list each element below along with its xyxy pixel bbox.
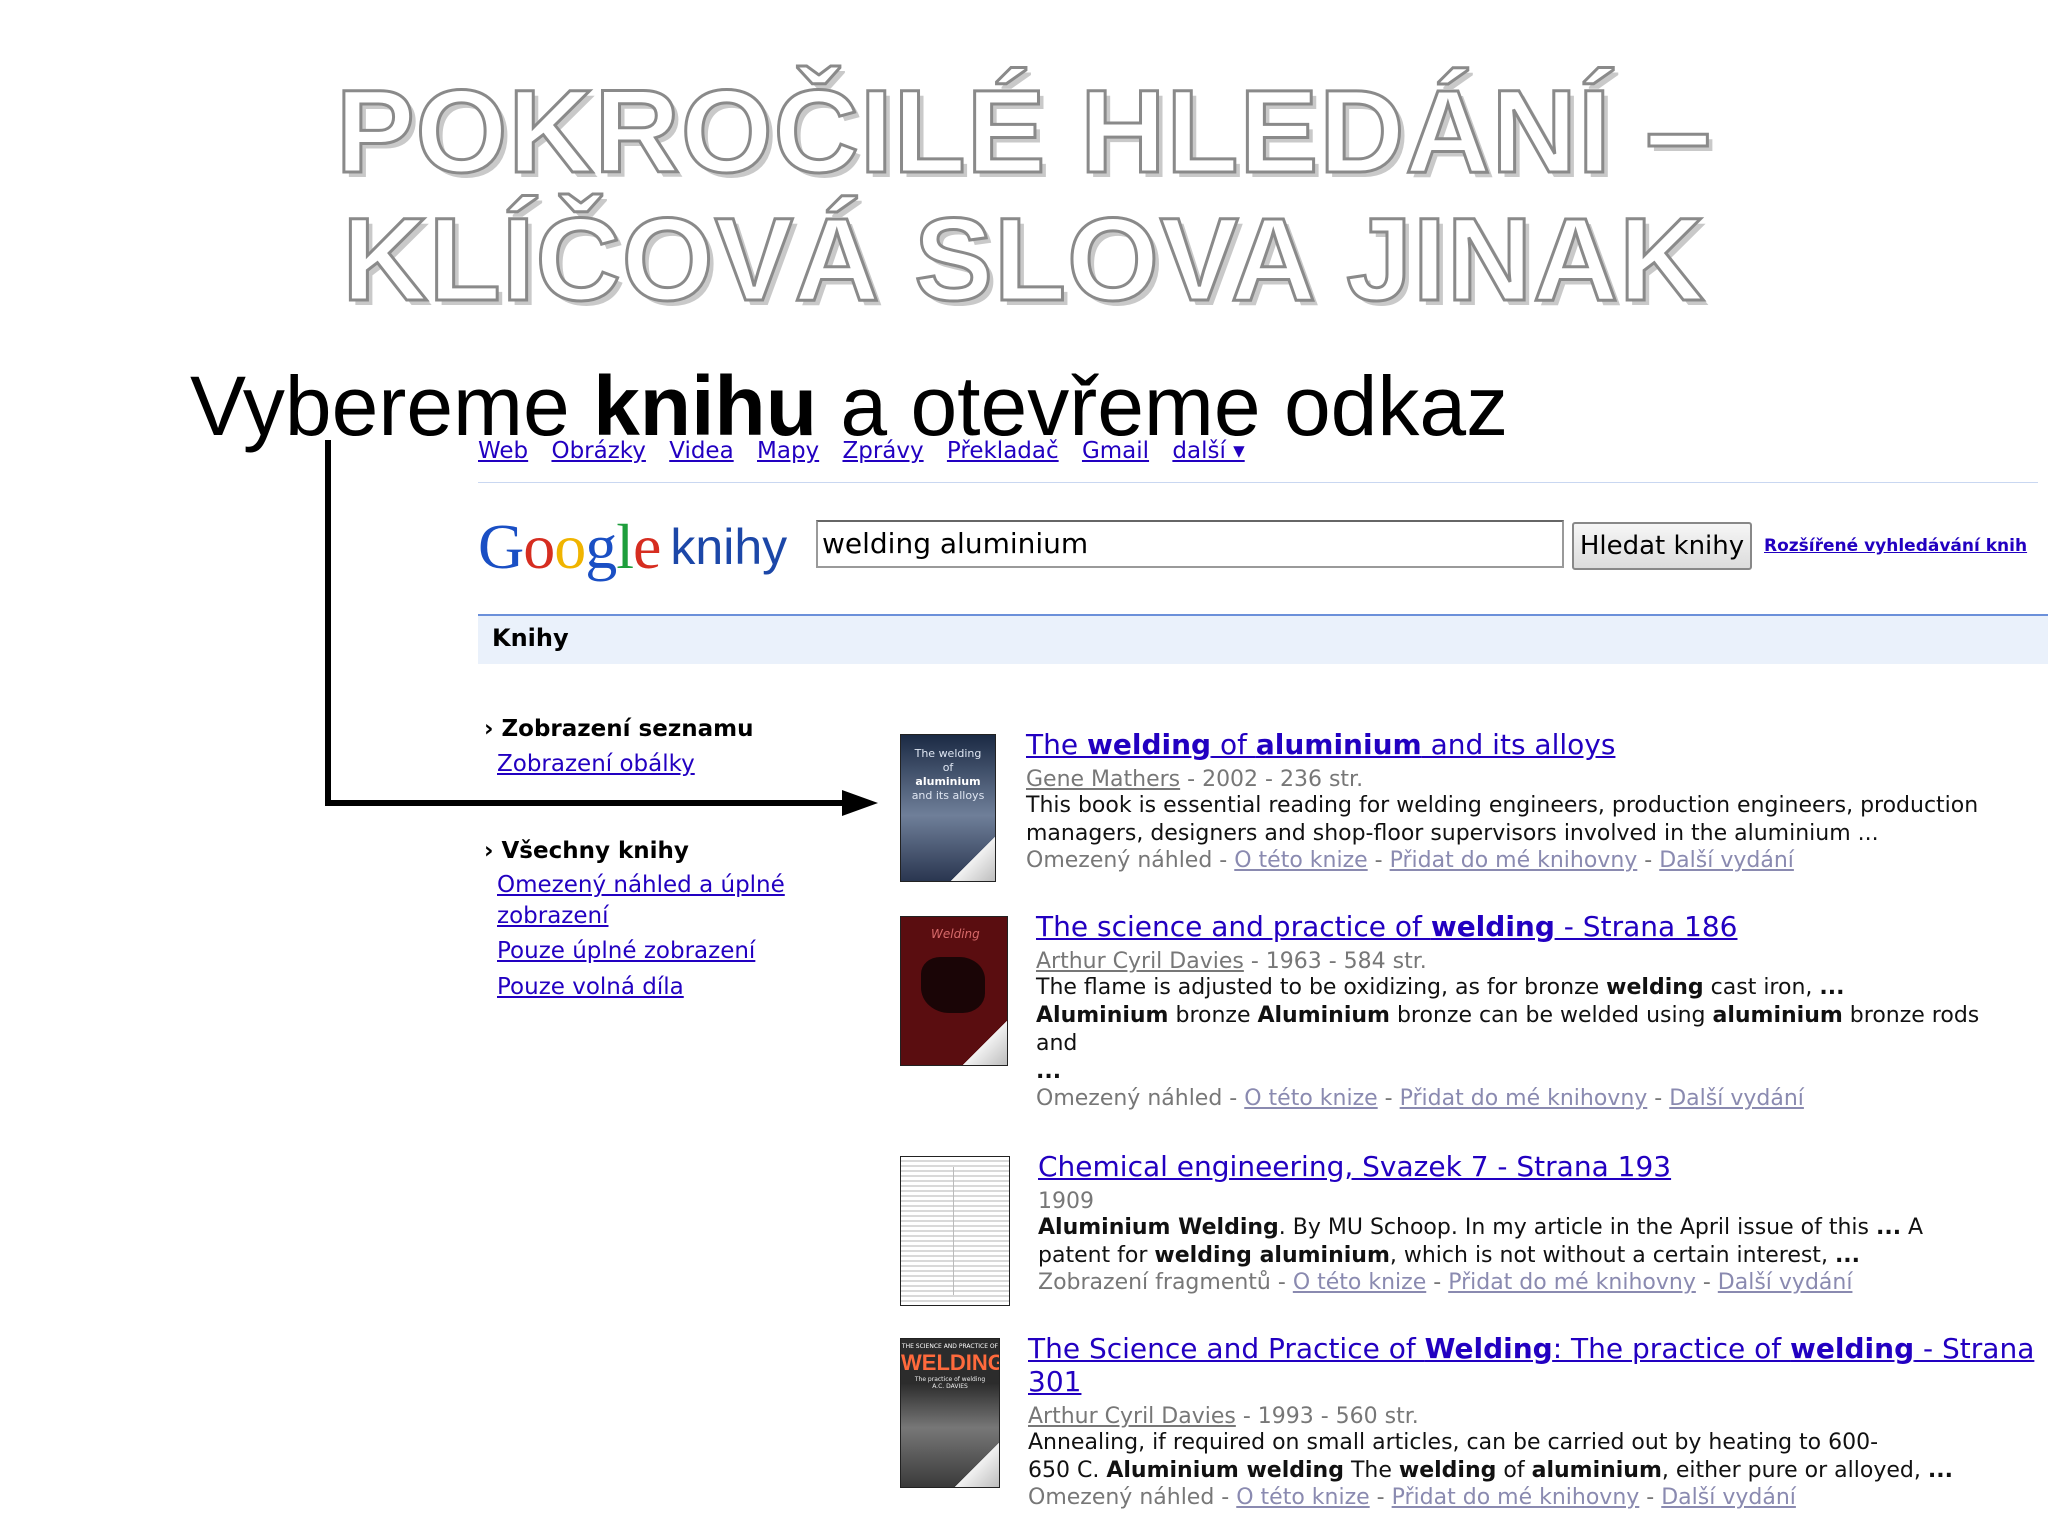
callout-arrow <box>325 440 878 816</box>
arrow-head-icon <box>842 790 878 816</box>
arrow-line <box>325 440 860 806</box>
